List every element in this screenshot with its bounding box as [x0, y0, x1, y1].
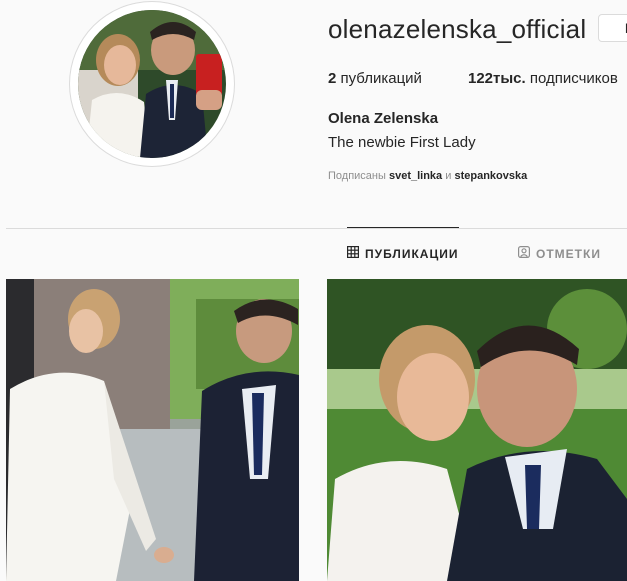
- tab-tagged-label: ОТМЕТКИ: [536, 246, 601, 261]
- tagged-icon: [518, 246, 531, 261]
- tab-tagged[interactable]: ОТМЕТКИ: [518, 246, 601, 261]
- avatar-photo: [78, 10, 226, 158]
- profile-full-name: Olena Zelenska: [328, 110, 439, 127]
- photo-couple-selfie-icon: [327, 279, 627, 581]
- followers-count-stat[interactable]: 122тыс. подписчиков: [468, 70, 618, 87]
- followed-by-prefix: Подписаны: [328, 170, 386, 182]
- followers-label: подписчиков: [529, 70, 618, 87]
- profile-username: olenazelenska_official: [328, 14, 587, 44]
- post-thumbnail-1[interactable]: [6, 279, 299, 581]
- posts-label: публикаций: [340, 70, 422, 87]
- active-tab-indicator: [347, 227, 459, 228]
- tabs-divider: [6, 228, 627, 229]
- posts-count: 2: [328, 70, 337, 87]
- follow-button[interactable]: Подписаться: [598, 14, 627, 42]
- post-thumbnail-2[interactable]: [327, 279, 627, 581]
- followers-count: 122тыс.: [468, 70, 526, 87]
- followed-by-user-1[interactable]: svet_linka: [389, 170, 442, 182]
- profile-bio: The newbie First Lady: [328, 134, 476, 151]
- tab-posts-label: ПУБЛИКАЦИИ: [365, 246, 459, 261]
- followed-by-conjunction: и: [445, 170, 452, 182]
- posts-count-stat: 2 публикаций: [328, 70, 422, 87]
- photo-couple-street-icon: [6, 279, 299, 581]
- tab-posts[interactable]: ПУБЛИКАЦИИ: [347, 246, 458, 261]
- grid-icon: [347, 246, 360, 261]
- followed-by-user-2[interactable]: stepankovska: [454, 170, 527, 182]
- profile-avatar[interactable]: [70, 2, 234, 166]
- followed-by[interactable]: Подписаны svet_linka и stepankovska: [328, 170, 527, 182]
